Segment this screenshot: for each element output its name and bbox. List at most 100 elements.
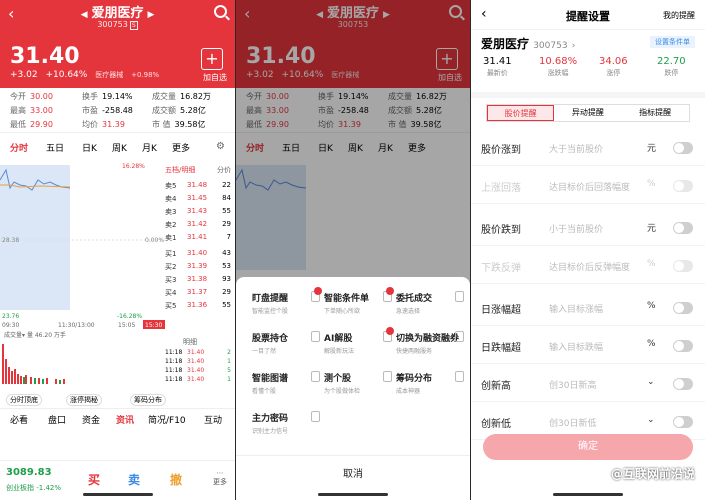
info-tabs: 必看 盘口 资金 资讯 简况/F10 互动	[0, 408, 235, 430]
stat-amount: 成交额 5.28亿	[152, 105, 206, 116]
set-condition-order-button[interactable]: 设置条件单	[650, 36, 695, 48]
alert-toggle[interactable]	[673, 340, 693, 352]
prev-stock-icon[interactable]: ◀	[81, 10, 88, 20]
add-watchlist-button[interactable]: +	[201, 48, 223, 70]
alert-toggle[interactable]	[673, 416, 693, 428]
stat-key: 均价	[82, 120, 98, 129]
change-pct: +10.64%	[45, 70, 88, 80]
alert-toggle[interactable]	[673, 142, 693, 154]
ask-price: 31.42	[187, 220, 208, 228]
alert-input[interactable]: 大于当前股价	[549, 142, 603, 155]
volume-header: 成交量▾ 量 46.20 万手	[4, 332, 66, 339]
bid-row: 买1 31.40 43	[165, 248, 235, 261]
alert-unit: 元	[647, 144, 657, 154]
feature-item[interactable]: 委托成交 急速选择	[396, 291, 464, 315]
alert-toggle[interactable]	[673, 222, 693, 234]
time-right: 15:30	[145, 322, 162, 329]
quote-label: 涨停	[606, 69, 621, 77]
my-alerts-link[interactable]: 我的提醒	[663, 10, 695, 21]
confirm-button[interactable]: 确定	[483, 434, 693, 460]
feature-item[interactable]: 智能图谱 看懂个股	[252, 371, 320, 395]
feature-subtitle: 下单随心所欲	[324, 308, 361, 315]
tab-5day[interactable]: 五日	[46, 141, 64, 154]
next-stock-icon[interactable]: ▶	[148, 10, 155, 20]
alert-input[interactable]: 达目标价后反弹幅度	[549, 260, 630, 273]
alert-row: 股价跌到 小于当前股价 元	[471, 210, 705, 246]
alert-toggle[interactable]	[673, 260, 693, 272]
alert-unit: %	[647, 301, 656, 311]
tab-monthly-k[interactable]: 月K	[142, 141, 157, 154]
feature-item[interactable]: 智能条件单 下单随心所欲	[324, 287, 394, 315]
tab-indicator-alert[interactable]: 指标提醒	[622, 105, 689, 121]
bid-row: 买4 31.37 29	[165, 287, 235, 300]
alert-unit: %	[647, 259, 656, 269]
alert-settings-panel: ‹ 提醒设置 我的提醒 爱朋医疗 300753 › 设置条件单 31.41 最新价…	[471, 0, 705, 500]
alert-row: 日涨幅超 输入目标涨幅%	[471, 290, 705, 326]
feature-item[interactable]: 股票持仓 一目了然	[252, 331, 320, 355]
alert-input[interactable]: 小于当前股价	[549, 222, 603, 235]
volume-bars	[2, 344, 65, 384]
feature-item[interactable]: 测个股 为个股做体检	[324, 371, 392, 395]
chart-mid-label: 28.38	[2, 237, 19, 244]
feature-item[interactable]: 切换为融资融券 快捷两融服务	[396, 331, 464, 355]
tab-must-see[interactable]: 必看	[10, 413, 28, 426]
tab-daily-k[interactable]: 日K	[82, 141, 97, 154]
feature-subtitle: 快捷两融服务	[396, 348, 433, 355]
feature-item[interactable]: AI解股 解股新玩法	[324, 327, 394, 355]
feature-item[interactable]: 筹码分布 成本神器	[396, 371, 464, 395]
sector-label[interactable]: 医疗器械	[95, 71, 123, 79]
book-tab-5level[interactable]: 五档/明细	[165, 165, 195, 175]
feature-item[interactable]: 主力密码 识别主力信号	[252, 411, 320, 435]
alert-input[interactable]: 创30日新低	[549, 416, 596, 429]
alert-toggle[interactable]	[673, 302, 693, 314]
sub-btn-chip[interactable]: 筹码分布	[130, 394, 166, 406]
alert-label: 创新高	[481, 381, 511, 392]
tab-weekly-k[interactable]: 周K	[112, 141, 127, 154]
stat-key: 今开	[10, 92, 26, 101]
tab-quote[interactable]: 盘口	[48, 413, 66, 426]
alert-input[interactable]: 创30日新高	[549, 378, 596, 391]
feature-subtitle: 成本神器	[396, 388, 421, 395]
stock-title: ◀ 爱朋医疗 ▶	[0, 2, 235, 21]
stat-mcap: 市 值 39.58亿	[152, 119, 205, 130]
book-tab-price[interactable]: 分价	[217, 165, 231, 175]
sell-button[interactable]: 卖	[128, 471, 140, 488]
tab-intraday[interactable]: 分时	[10, 141, 28, 154]
more-button[interactable]: ⋯ 更多	[213, 469, 227, 487]
new-badge-icon	[314, 287, 322, 295]
feature-item[interactable]: 盯盘提醒 智能监控个股	[252, 287, 322, 315]
intraday-chart[interactable]: 23.76 28.38 16.28% 0.00% -16.28% 09:30 1…	[0, 160, 165, 335]
tab-more[interactable]: 更多	[172, 141, 190, 154]
tab-funds[interactable]: 资金	[82, 413, 100, 426]
stat-avg: 均价 31.39	[82, 119, 125, 130]
feature-subtitle: 看懂个股	[252, 388, 277, 395]
search-icon[interactable]	[214, 5, 227, 18]
bid-row: 买3 31.38 93	[165, 274, 235, 287]
sub-btn-limit-up[interactable]: 涨停揭秘	[66, 394, 102, 406]
stat-key: 最低	[10, 120, 26, 129]
tab-news[interactable]: 资讯	[116, 413, 134, 426]
alert-input[interactable]: 输入目标涨幅	[549, 302, 603, 315]
quote-label: 跌停	[664, 69, 679, 77]
cancel-order-button[interactable]: 撤	[170, 471, 182, 488]
alert-input[interactable]: 达目标价后回落幅度	[549, 180, 630, 193]
tab-f10[interactable]: 简况/F10	[148, 413, 186, 426]
volume-label: 成交量	[4, 332, 23, 339]
sub-btn-top-bottom[interactable]: 分时顶底	[6, 394, 42, 406]
settings-icon[interactable]: ⚙	[216, 141, 225, 152]
detail-time: 11:18	[165, 376, 183, 383]
cancel-button[interactable]: 取消	[236, 465, 470, 480]
tab-movement-alert[interactable]: 异动提醒	[554, 105, 621, 121]
detail-label[interactable]: 明细	[183, 337, 197, 347]
stat-turnover: 换手 19.14%	[82, 91, 133, 102]
tab-interact[interactable]: 互动	[204, 413, 222, 426]
tab-price-alert[interactable]: 股价提醒	[487, 105, 555, 121]
alert-input[interactable]: 输入目标跌幅	[549, 340, 603, 353]
alert-toggle[interactable]	[673, 180, 693, 192]
stock-code: 300753	[533, 41, 568, 51]
ask-price: 31.43	[187, 207, 208, 215]
buy-button[interactable]: 买	[88, 471, 100, 488]
ask-row: 卖5 31.48 22	[165, 180, 235, 193]
chevron-right-icon[interactable]: ›	[572, 41, 576, 51]
alert-toggle[interactable]	[673, 378, 693, 390]
